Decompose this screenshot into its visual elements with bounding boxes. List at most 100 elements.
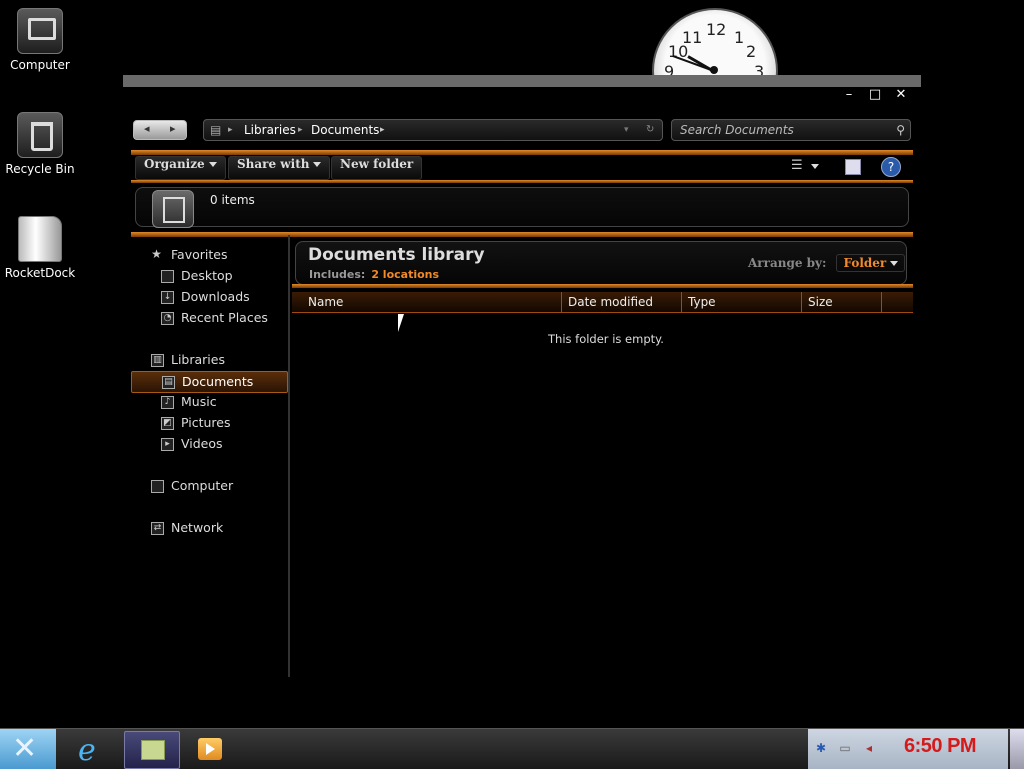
- explorer-window: – □ ✕ ◂ ▸ ▤ ▸ Libraries ▸ Documents ▸ ▾ …: [123, 75, 921, 687]
- nav-network[interactable]: ⇄ Network: [141, 518, 295, 538]
- chevron-down-icon: [313, 162, 322, 167]
- column-headers: Name Date modified Type Size: [292, 292, 913, 313]
- empty-folder-message: This folder is empty.: [548, 332, 664, 346]
- nav-desktop[interactable]: Desktop: [151, 266, 305, 286]
- search-icon[interactable]: ⚲: [896, 120, 905, 140]
- desktop-icon-label: Recycle Bin: [5, 162, 75, 176]
- clock-time[interactable]: 6:50 PM: [904, 735, 977, 758]
- toolbar-accent-top: [131, 150, 913, 155]
- nav-computer[interactable]: Computer: [141, 476, 295, 496]
- recycle-bin-icon: [17, 112, 63, 158]
- nav-desktop-label: Desktop: [181, 268, 233, 283]
- back-icon[interactable]: ◂: [144, 122, 150, 135]
- toolbar-accent-bottom: [131, 180, 913, 183]
- clock-hub: [710, 66, 718, 74]
- column-type[interactable]: Type: [682, 292, 802, 312]
- recent-places-icon: ◔: [161, 312, 174, 325]
- nav-recent-places-label: Recent Places: [181, 310, 268, 325]
- address-row: ◂ ▸ ▤ ▸ Libraries ▸ Documents ▸ ▾ ↻ Sear…: [131, 119, 911, 143]
- preview-pane-button[interactable]: [839, 156, 865, 178]
- documents-icon: ▤: [162, 376, 175, 389]
- start-button[interactable]: ✕: [0, 729, 56, 769]
- desktop-icon: [161, 270, 174, 283]
- windows-explorer-icon: [141, 740, 165, 760]
- computer-icon: [17, 8, 63, 54]
- documents-icon: [152, 190, 194, 228]
- column-size[interactable]: Size: [802, 292, 882, 312]
- chevron-down-icon: [890, 261, 899, 266]
- breadcrumb-separator[interactable]: ▸: [228, 120, 233, 140]
- command-toolbar: Organize Share with New folder ☰ ?: [135, 156, 909, 180]
- nav-videos[interactable]: ▸ Videos: [151, 434, 305, 454]
- nav-music-label: Music: [181, 394, 217, 409]
- forward-icon[interactable]: ▸: [170, 122, 176, 135]
- navigation-pane: ★ Favorites Desktop ↓ Downloads ◔ Recent…: [131, 235, 290, 677]
- desktop-icon-rocketdock[interactable]: RocketDock: [0, 216, 80, 280]
- library-accent: [292, 284, 913, 288]
- share-with-button[interactable]: Share with: [228, 156, 331, 180]
- share-with-label: Share with: [237, 157, 310, 171]
- network-status-icon[interactable]: ▭: [838, 741, 852, 755]
- nav-pictures-label: Pictures: [181, 415, 231, 430]
- help-icon: ?: [881, 157, 901, 177]
- maximize-button[interactable]: □: [867, 87, 883, 103]
- breadcrumb-documents[interactable]: Documents: [311, 120, 379, 140]
- arrange-by-label: Arrange by:: [748, 256, 827, 270]
- nav-music[interactable]: ♪ Music: [151, 392, 305, 412]
- breadcrumb-libraries[interactable]: Libraries: [244, 120, 296, 140]
- show-desktop-button[interactable]: [1010, 729, 1024, 769]
- bluetooth-icon[interactable]: ✱: [814, 741, 828, 755]
- column-name[interactable]: Name: [292, 292, 562, 312]
- help-button[interactable]: ?: [879, 156, 901, 178]
- nav-documents[interactable]: ▤ Documents: [131, 371, 288, 393]
- locations-link[interactable]: 2 locations: [371, 268, 439, 281]
- arrange-by-dropdown[interactable]: Folder: [836, 254, 906, 272]
- new-folder-label: New folder: [340, 157, 414, 171]
- mouse-cursor: [398, 314, 404, 332]
- column-date-modified[interactable]: Date modified: [562, 292, 682, 312]
- nav-computer-label: Computer: [171, 478, 234, 493]
- nav-downloads[interactable]: ↓ Downloads: [151, 287, 305, 307]
- library-icon: ▥: [151, 354, 164, 367]
- nav-videos-label: Videos: [181, 436, 223, 451]
- internet-explorer-icon: e: [78, 733, 96, 768]
- close-button[interactable]: ✕: [893, 87, 909, 103]
- view-options-button[interactable]: ☰: [785, 156, 827, 178]
- music-icon: ♪: [161, 396, 174, 409]
- documents-library-icon: ▤: [210, 123, 222, 137]
- nav-pictures[interactable]: ◩ Pictures: [151, 413, 305, 433]
- new-folder-button[interactable]: New folder: [331, 156, 423, 180]
- nav-libraries-label: Libraries: [171, 352, 225, 367]
- arrange-by-value: Folder: [843, 256, 887, 270]
- pictures-icon: ◩: [161, 417, 174, 430]
- desktop-icon-computer[interactable]: Computer: [0, 8, 80, 72]
- chevron-down-icon: [208, 162, 217, 167]
- organize-button[interactable]: Organize: [135, 156, 226, 180]
- minimize-button[interactable]: –: [841, 87, 857, 103]
- address-dropdown-icon[interactable]: ▾: [624, 120, 629, 140]
- nav-network-label: Network: [171, 520, 224, 535]
- desktop-icon-label: RocketDock: [4, 266, 76, 280]
- breadcrumb-separator[interactable]: ▸: [380, 120, 385, 140]
- rocketdock-icon: [18, 216, 62, 262]
- nav-favorites[interactable]: ★ Favorites: [141, 245, 295, 265]
- network-icon: ⇄: [151, 522, 164, 535]
- address-bar[interactable]: ▤ ▸ Libraries ▸ Documents ▸ ▾ ↻: [203, 119, 663, 141]
- refresh-icon[interactable]: ↻: [646, 120, 654, 140]
- view-list-icon: ☰: [791, 158, 803, 173]
- nav-downloads-label: Downloads: [181, 289, 250, 304]
- nav-documents-label: Documents: [182, 374, 254, 389]
- taskbar-media-player[interactable]: [186, 731, 236, 767]
- desktop-icon-recycle-bin[interactable]: Recycle Bin: [0, 112, 80, 176]
- taskbar-windows-explorer[interactable]: [124, 731, 180, 769]
- nav-recent-places[interactable]: ◔ Recent Places: [151, 308, 305, 328]
- taskbar-internet-explorer[interactable]: e: [64, 731, 114, 768]
- clock-number: 1: [734, 28, 745, 47]
- volume-muted-icon[interactable]: ◂: [862, 741, 876, 755]
- search-input[interactable]: Search Documents ⚲: [671, 119, 911, 141]
- clock-number: 12: [706, 20, 727, 39]
- window-controls: – □ ✕: [841, 87, 909, 103]
- desktop-icon-label: Computer: [10, 58, 70, 72]
- breadcrumb-separator[interactable]: ▸: [298, 120, 303, 140]
- nav-libraries[interactable]: ▥ Libraries: [141, 350, 295, 370]
